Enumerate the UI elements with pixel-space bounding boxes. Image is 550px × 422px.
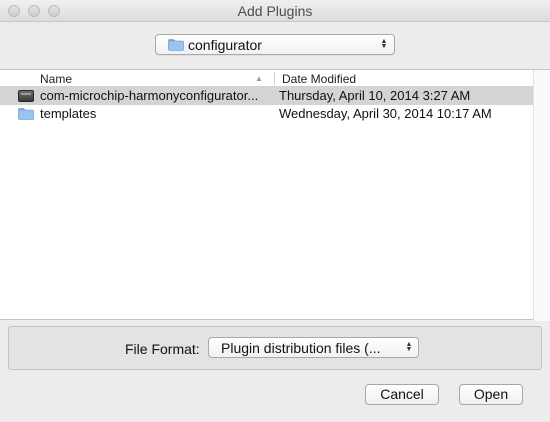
chevron-updown-icon: ▲ ▼: [405, 341, 413, 353]
folder-icon: [168, 39, 184, 51]
archive-icon: [18, 90, 34, 102]
sort-ascending-icon: ▲: [255, 74, 263, 83]
file-date-modified: Wednesday, April 30, 2014 10:17 AM: [279, 106, 492, 121]
file-browser: Name ▲ Date Modified com-microchip-harmo…: [0, 69, 550, 321]
window-title: Add Plugins: [237, 3, 313, 19]
column-header-name[interactable]: Name: [40, 72, 72, 86]
cancel-button[interactable]: Cancel: [365, 384, 439, 405]
title-bar: Add Plugins: [0, 0, 550, 22]
chevron-updown-icon: ▲ ▼: [380, 38, 388, 50]
file-name: com-microchip-harmonyconfigurator...: [40, 88, 259, 103]
column-divider[interactable]: [274, 72, 275, 85]
file-name: templates: [40, 106, 97, 121]
location-popup[interactable]: configurator ▲ ▼: [155, 34, 395, 55]
file-row[interactable]: com-microchip-harmonyconfigurator... Thu…: [0, 87, 533, 105]
file-row[interactable]: templates Wednesday, April 30, 2014 10:1…: [0, 105, 533, 123]
file-format-label: File Format:: [125, 341, 200, 357]
vertical-scrollbar[interactable]: [533, 70, 550, 321]
column-header: Name ▲ Date Modified: [0, 70, 533, 87]
location-label: configurator: [188, 37, 262, 53]
file-format-popup[interactable]: Plugin distribution files (... ▲ ▼: [208, 337, 419, 358]
column-header-date-modified[interactable]: Date Modified: [282, 72, 356, 86]
file-format-value: Plugin distribution files (...: [221, 340, 381, 356]
add-plugins-dialog: Add Plugins configurator ▲ ▼ Name ▲ Date …: [0, 0, 550, 422]
open-button[interactable]: Open: [459, 384, 523, 405]
folder-icon: [18, 108, 34, 120]
file-date-modified: Thursday, April 10, 2014 3:27 AM: [279, 88, 471, 103]
file-format-panel: File Format: Plugin distribution files (…: [8, 326, 542, 370]
